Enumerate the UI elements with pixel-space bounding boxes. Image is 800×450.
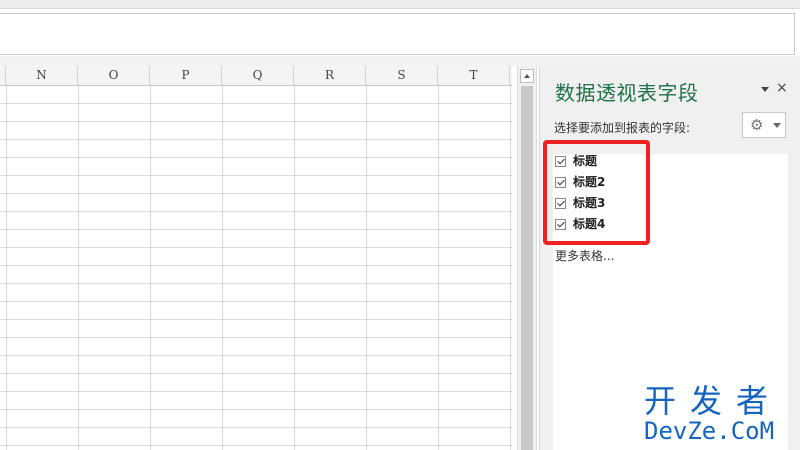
grid-row-line [0, 301, 512, 302]
pane-title: 数据透视表字段 [555, 81, 699, 105]
annotation-highlight-box [543, 140, 650, 245]
field-list-settings-button[interactable]: ⚙ [742, 112, 786, 138]
grid-row-line [0, 283, 512, 284]
field-list-subtitle: 选择要添加到报表的字段: [554, 121, 691, 135]
cell-grid[interactable] [0, 86, 512, 450]
more-tables-link[interactable]: 更多表格... [555, 247, 614, 264]
grid-row-line [0, 175, 512, 176]
column-header-s[interactable]: S [366, 66, 438, 85]
grid-row-line [0, 103, 512, 104]
grid-column-line [150, 86, 151, 450]
formula-bar-gap [0, 56, 800, 66]
vertical-scrollbar[interactable] [517, 66, 537, 450]
grid-row-line [0, 337, 512, 338]
grid-row-line [0, 265, 512, 266]
grid-column-line [6, 86, 7, 450]
watermark-text-en: DevZe.CoM [644, 417, 775, 445]
grid-row-line [0, 427, 512, 428]
pane-options-chevron-down-icon[interactable] [759, 84, 771, 96]
watermark-text-cn: 开发者 [644, 382, 783, 420]
chevron-down-icon [773, 123, 781, 128]
grid-row-line [0, 391, 512, 392]
grid-row-line [0, 139, 512, 140]
grid-column-line [294, 86, 295, 450]
grid-row-line [0, 409, 512, 410]
grid-row-line [0, 247, 512, 248]
column-header-q[interactable]: Q [222, 66, 294, 85]
grid-row-line [0, 373, 512, 374]
formula-bar[interactable] [0, 13, 795, 55]
grid-column-line [510, 86, 511, 450]
grid-row-line [0, 121, 512, 122]
close-icon[interactable]: × [776, 78, 788, 98]
column-header-o[interactable]: O [78, 66, 150, 85]
grid-row-line [0, 229, 512, 230]
grid-column-line [438, 86, 439, 450]
column-header-t[interactable]: T [438, 66, 510, 85]
worksheet-grid[interactable]: N O P Q R S T [0, 66, 512, 450]
grid-row-line [0, 355, 512, 356]
grid-row-line [0, 157, 512, 158]
column-header-row: N O P Q R S T [0, 66, 512, 86]
scroll-up-arrow-icon[interactable] [520, 69, 534, 83]
watermark-logo: 开发者 DevZe.CoM [641, 381, 800, 450]
grid-row-line [0, 211, 512, 212]
column-header-n[interactable]: N [6, 66, 78, 85]
column-header-r[interactable]: R [294, 66, 366, 85]
grid-row-line [0, 445, 512, 446]
grid-row-line [0, 193, 512, 194]
scrollbar-thumb[interactable] [521, 86, 533, 450]
column-header-p[interactable]: P [150, 66, 222, 85]
gear-icon: ⚙ [750, 116, 764, 134]
grid-row-line [0, 319, 512, 320]
grid-column-line [222, 86, 223, 450]
grid-column-line [366, 86, 367, 450]
ribbon-edge [0, 0, 800, 9]
grid-column-line [78, 86, 79, 450]
